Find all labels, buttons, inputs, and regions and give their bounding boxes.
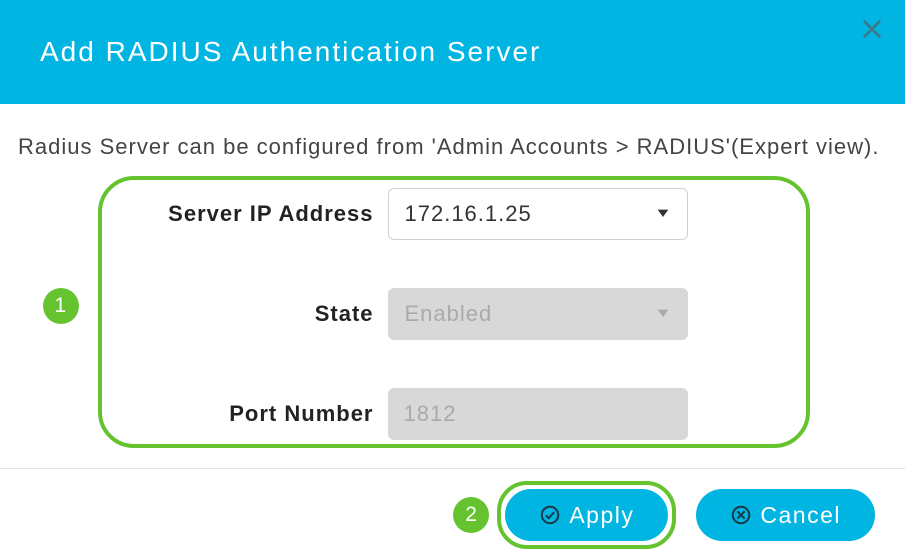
cancel-button[interactable]: Cancel (696, 489, 875, 541)
dialog-title: Add RADIUS Authentication Server (40, 36, 541, 68)
server-ip-value: 172.16.1.25 (405, 201, 532, 227)
state-select: Enabled (388, 288, 688, 340)
caret-down-icon (655, 301, 671, 327)
state-value: Enabled (405, 301, 493, 327)
label-server-ip: Server IP Address (128, 201, 388, 227)
close-button[interactable] (861, 18, 883, 45)
row-port: Port Number 1812 (128, 388, 778, 440)
annotation-badge-2: 2 (453, 497, 489, 533)
apply-button[interactable]: Apply (505, 489, 668, 541)
row-server-ip: Server IP Address 172.16.1.25 (128, 188, 778, 240)
annotation-badge-1: 1 (43, 288, 79, 324)
check-circle-icon (539, 504, 561, 526)
info-text: Radius Server can be configured from 'Ad… (0, 104, 905, 170)
close-icon (861, 27, 883, 44)
server-ip-select[interactable]: 172.16.1.25 (388, 188, 688, 240)
dialog-header: Add RADIUS Authentication Server (0, 0, 905, 104)
form-area: 1 Server IP Address 172.16.1.25 State En… (128, 188, 778, 440)
port-value: 1812 (404, 401, 457, 427)
cancel-circle-icon (730, 504, 752, 526)
label-port: Port Number (128, 401, 388, 427)
footer-bar: 2 Apply Cancel (0, 469, 905, 541)
apply-button-wrap: Apply (505, 489, 668, 541)
apply-button-label: Apply (569, 502, 634, 529)
port-input: 1812 (388, 388, 688, 440)
label-state: State (128, 301, 388, 327)
caret-down-icon (655, 201, 671, 227)
row-state: State Enabled (128, 288, 778, 340)
cancel-button-label: Cancel (760, 502, 841, 529)
